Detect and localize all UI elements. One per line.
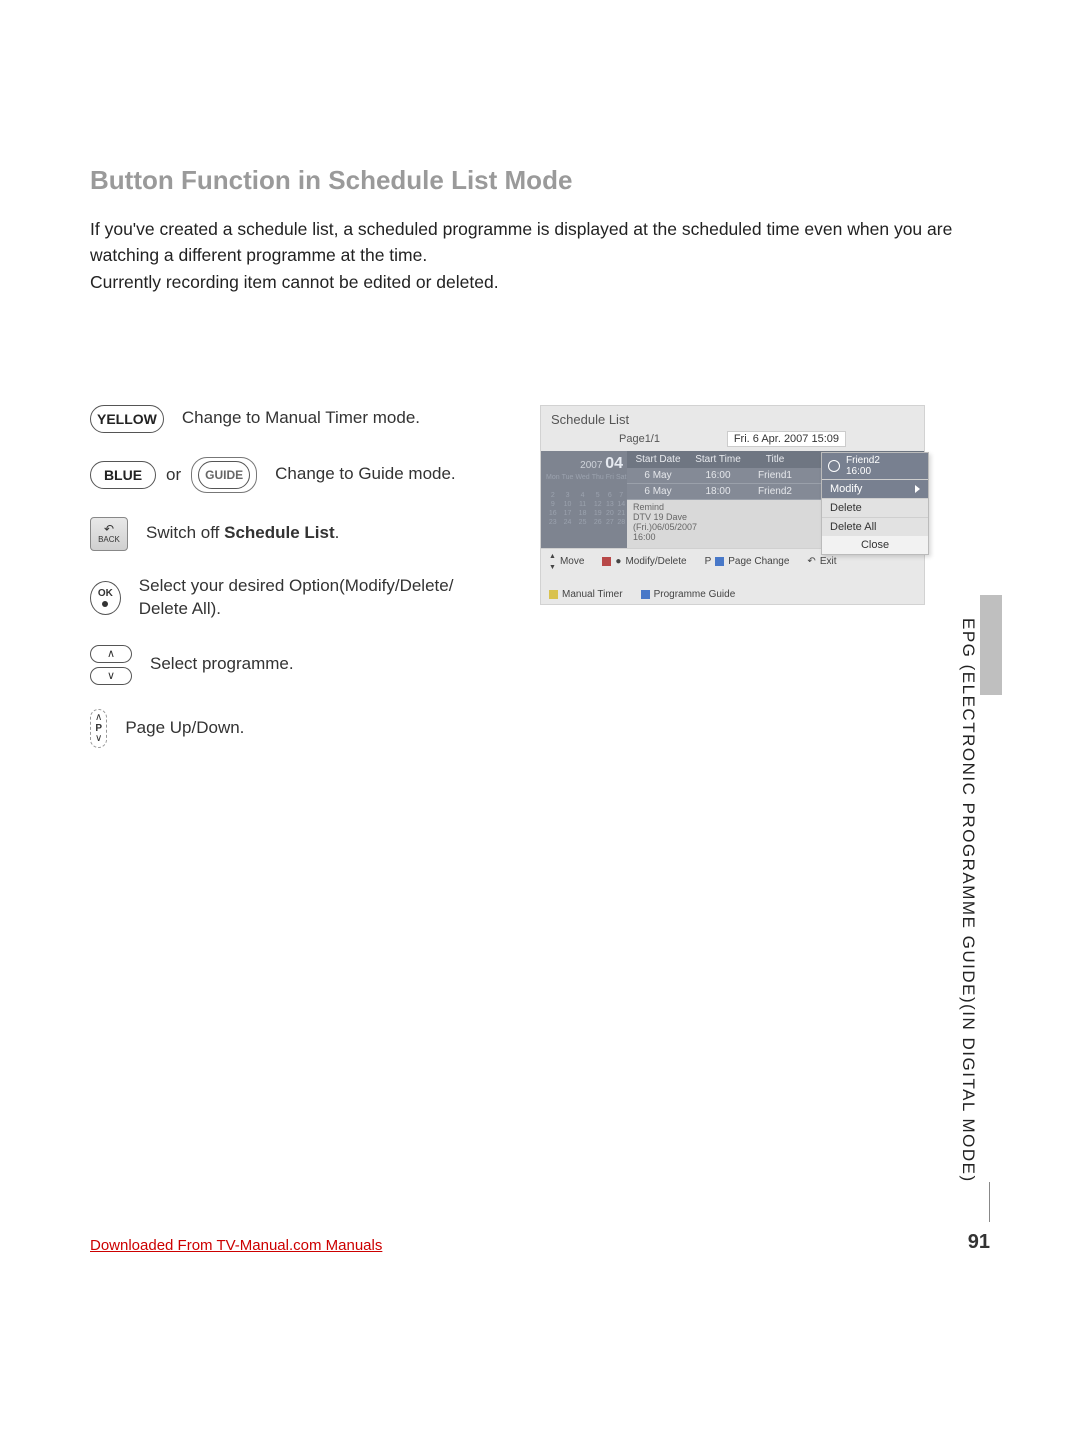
popup-delete-all: Delete All [822, 517, 928, 536]
page-desc: Page Up/Down. [125, 717, 244, 740]
side-tab [980, 595, 1002, 695]
osd-footer: ▲▼Move ●Modify/Delete PPage Change ↶Exit… [541, 548, 924, 604]
clock-icon [828, 460, 840, 472]
blue-button: BLUE [90, 461, 156, 489]
popup-modify: Modify [822, 479, 928, 498]
side-label: EPG (ELECTRONIC PROGRAMME GUIDE)(IN DIGI… [958, 618, 978, 1183]
page-button: ∧ P ∨ [90, 709, 107, 748]
page-number: 91 [968, 1231, 990, 1254]
osd-datetime: Fri. 6 Apr. 2007 15:09 [727, 431, 846, 447]
yellow-button: YELLOW [90, 405, 164, 433]
or-text: or [166, 465, 181, 485]
intro-p2: Currently recording item cannot be edite… [90, 269, 990, 295]
back-desc: Switch off Schedule List. [146, 522, 339, 545]
updown-desc: Select programme. [150, 653, 294, 676]
osd-title: Schedule List [541, 406, 924, 429]
osd-popup: Friend2 16:00 Modify Delete Delete All C… [821, 452, 929, 555]
blue-desc: Change to Guide mode. [275, 463, 456, 486]
back-button: ↶ BACK [90, 517, 128, 551]
guide-button: GUIDE [198, 461, 250, 489]
side-line [989, 1182, 990, 1222]
popup-close: Close [822, 536, 928, 554]
download-link[interactable]: Downloaded From TV-Manual.com Manuals [90, 1237, 382, 1254]
popup-delete: Delete [822, 498, 928, 517]
ok-button: OK [90, 581, 121, 615]
osd-page: Page1/1 [619, 433, 660, 445]
button-legend: YELLOW Change to Manual Timer mode. BLUE… [90, 405, 500, 772]
updown-button: ∧ ∨ [90, 645, 132, 685]
yellow-desc: Change to Manual Timer mode. [182, 407, 420, 430]
page-title: Button Function in Schedule List Mode [90, 165, 990, 196]
intro-p1: If you've created a schedule list, a sch… [90, 216, 990, 269]
osd-calendar: 2007 04 MonTueWedThuFriSatSun 1 2345678 … [541, 451, 627, 548]
guide-button-wrap: GUIDE [191, 457, 257, 493]
chevron-right-icon [915, 485, 920, 493]
ok-desc: Select your desired Option(Modify/Delete… [139, 575, 500, 621]
osd-screenshot: Schedule List Page1/1 Fri. 6 Apr. 2007 1… [540, 405, 925, 772]
